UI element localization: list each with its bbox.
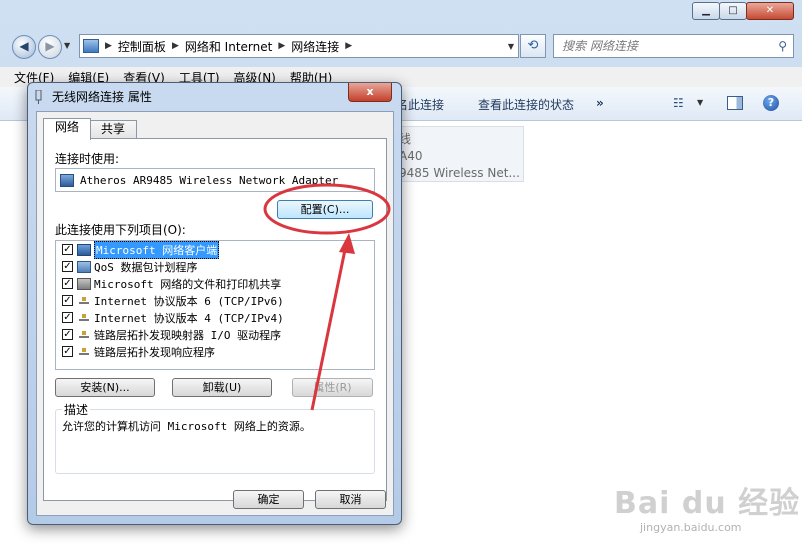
- back-button[interactable]: ◀: [12, 35, 36, 59]
- search-input[interactable]: [560, 38, 774, 54]
- help-icon[interactable]: ?: [763, 95, 779, 111]
- dialog-close-button[interactable]: x: [348, 83, 392, 102]
- rename-connection-command[interactable]: 名此连接: [396, 96, 444, 113]
- description-group: 描述 允许您的计算机访问 Microsoft 网络上的资源。: [55, 401, 375, 474]
- description-title: 描述: [62, 401, 91, 418]
- chevron-down-icon[interactable]: ▼: [508, 42, 514, 51]
- install-button[interactable]: 安装(N)...: [55, 378, 155, 397]
- protocol-icon: [77, 346, 91, 358]
- uninstall-button[interactable]: 卸载(U): [172, 378, 272, 397]
- breadcrumb-control-panel[interactable]: 控制面板: [118, 38, 166, 55]
- items-list[interactable]: ✓ Microsoft 网络客户端 ✓ QoS 数据包计划程序 ✓ Micros…: [55, 240, 375, 370]
- list-item-qos[interactable]: ✓ QoS 数据包计划程序: [56, 258, 374, 275]
- chevron-right-icon: ▶: [105, 41, 112, 51]
- tab-network[interactable]: 网络: [43, 118, 91, 140]
- wireless-connection-tile[interactable]: 线 A40 9485 Wireless Net...: [396, 126, 524, 182]
- adapter-name: Atheros AR9485 Wireless Network Adapter: [80, 173, 339, 187]
- tile-line-1: 线: [399, 132, 412, 146]
- list-item-lltd-responder[interactable]: ✓ 链路层拓扑发现响应程序: [56, 343, 374, 360]
- control-panel-icon: [83, 39, 99, 53]
- list-item-ipv4[interactable]: ✓ Internet 协议版本 4 (TCP/IPv4): [56, 309, 374, 326]
- address-bar[interactable]: ▶ 控制面板 ▶ 网络和 Internet ▶ 网络连接 ▶ ▼: [79, 34, 519, 58]
- items-label: 此连接使用下列项目(O):: [55, 223, 186, 237]
- network-connection-icon: [35, 90, 42, 104]
- explorer-titlebar: ▁ □ ✕: [0, 0, 802, 28]
- list-item-ipv6[interactable]: ✓ Internet 协议版本 6 (TCP/IPv6): [56, 292, 374, 309]
- network-client-icon: [77, 243, 91, 256]
- properties-button[interactable]: 属性(R): [292, 378, 373, 397]
- adapter-field: Atheros AR9485 Wireless Network Adapter: [55, 168, 375, 192]
- chevron-right-icon: ▶: [171, 41, 179, 51]
- tile-line-2: A40: [399, 149, 423, 163]
- tile-line-3: 9485 Wireless Net...: [399, 166, 520, 180]
- breadcrumb-network-connections[interactable]: 网络连接: [291, 38, 339, 55]
- preview-pane-icon[interactable]: [727, 96, 743, 110]
- checkbox[interactable]: ✓: [62, 261, 73, 272]
- list-item-label: Internet 协议版本 6 (TCP/IPv6): [94, 294, 284, 308]
- chevron-right-icon: ▶: [345, 41, 353, 51]
- search-icon[interactable]: ⚲: [778, 39, 787, 53]
- baidu-watermark: Bai du 经验: [614, 486, 801, 521]
- checkbox[interactable]: ✓: [62, 312, 73, 323]
- list-item-lltd-mapper[interactable]: ✓ 链路层拓扑发现映射器 I/O 驱动程序: [56, 326, 374, 343]
- list-item-label: Microsoft 网络客户端: [94, 240, 220, 259]
- chevron-down-icon[interactable]: ▼: [697, 98, 703, 107]
- arrow-right-icon: ▶: [45, 39, 55, 53]
- list-item-label: 链路层拓扑发现映射器 I/O 驱动程序: [94, 328, 282, 342]
- search-box[interactable]: ⚲: [553, 34, 794, 58]
- protocol-icon: [77, 312, 91, 324]
- qos-scheduler-icon: [77, 260, 91, 273]
- configure-button[interactable]: 配置(C)...: [277, 200, 373, 219]
- minimize-button[interactable]: ▁: [692, 2, 720, 20]
- list-item-label: Microsoft 网络的文件和打印机共享: [94, 277, 282, 291]
- view-options-icon[interactable]: ☷: [673, 96, 689, 110]
- refresh-button[interactable]: ⟲: [520, 34, 546, 58]
- checkbox[interactable]: ✓: [62, 244, 73, 255]
- list-item-network-client[interactable]: ✓ Microsoft 网络客户端: [56, 240, 374, 259]
- list-item-label: 链路层拓扑发现响应程序: [94, 345, 215, 359]
- more-commands-button[interactable]: »: [596, 96, 604, 110]
- connect-using-label: 连接时使用:: [55, 152, 120, 166]
- tab-sharing[interactable]: 共享: [89, 120, 137, 139]
- cancel-button[interactable]: 取消: [315, 490, 386, 509]
- list-item-file-printer-sharing[interactable]: ✓ Microsoft 网络的文件和打印机共享: [56, 275, 374, 292]
- history-dropdown[interactable]: ▼: [64, 41, 70, 50]
- description-text: 允许您的计算机访问 Microsoft 网络上的资源。: [62, 420, 311, 433]
- checkbox[interactable]: ✓: [62, 346, 73, 357]
- dialog-title: 无线网络连接 属性: [52, 90, 152, 104]
- maximize-button[interactable]: □: [719, 2, 747, 20]
- network-adapter-icon: [60, 173, 74, 187]
- protocol-icon: [77, 295, 91, 307]
- checkbox[interactable]: ✓: [62, 329, 73, 340]
- list-item-label: Internet 协议版本 4 (TCP/IPv4): [94, 311, 284, 325]
- ok-button[interactable]: 确定: [233, 490, 304, 509]
- properties-dialog: 无线网络连接 属性 x 网络 共享 连接时使用: Atheros AR9485 …: [27, 82, 402, 525]
- file-printer-sharing-icon: [77, 277, 91, 290]
- protocol-icon: [77, 329, 91, 341]
- checkbox[interactable]: ✓: [62, 295, 73, 306]
- dialog-body: 网络 共享 连接时使用: Atheros AR9485 Wireless Net…: [36, 111, 394, 516]
- list-item-label: QoS 数据包计划程序: [94, 260, 198, 274]
- chevron-right-icon: ▶: [278, 41, 286, 51]
- arrow-left-icon: ◀: [19, 39, 29, 53]
- forward-button[interactable]: ▶: [38, 35, 62, 59]
- checkbox[interactable]: ✓: [62, 278, 73, 289]
- breadcrumb-network-internet[interactable]: 网络和 Internet: [185, 38, 272, 55]
- view-status-command[interactable]: 查看此连接的状态: [478, 96, 574, 113]
- network-tab-panel: 连接时使用: Atheros AR9485 Wireless Network A…: [43, 138, 387, 501]
- watermark-url: jingyan.baidu.com: [640, 521, 742, 534]
- window-close-button[interactable]: ✕: [746, 2, 794, 20]
- refresh-icon: ⟲: [527, 38, 539, 53]
